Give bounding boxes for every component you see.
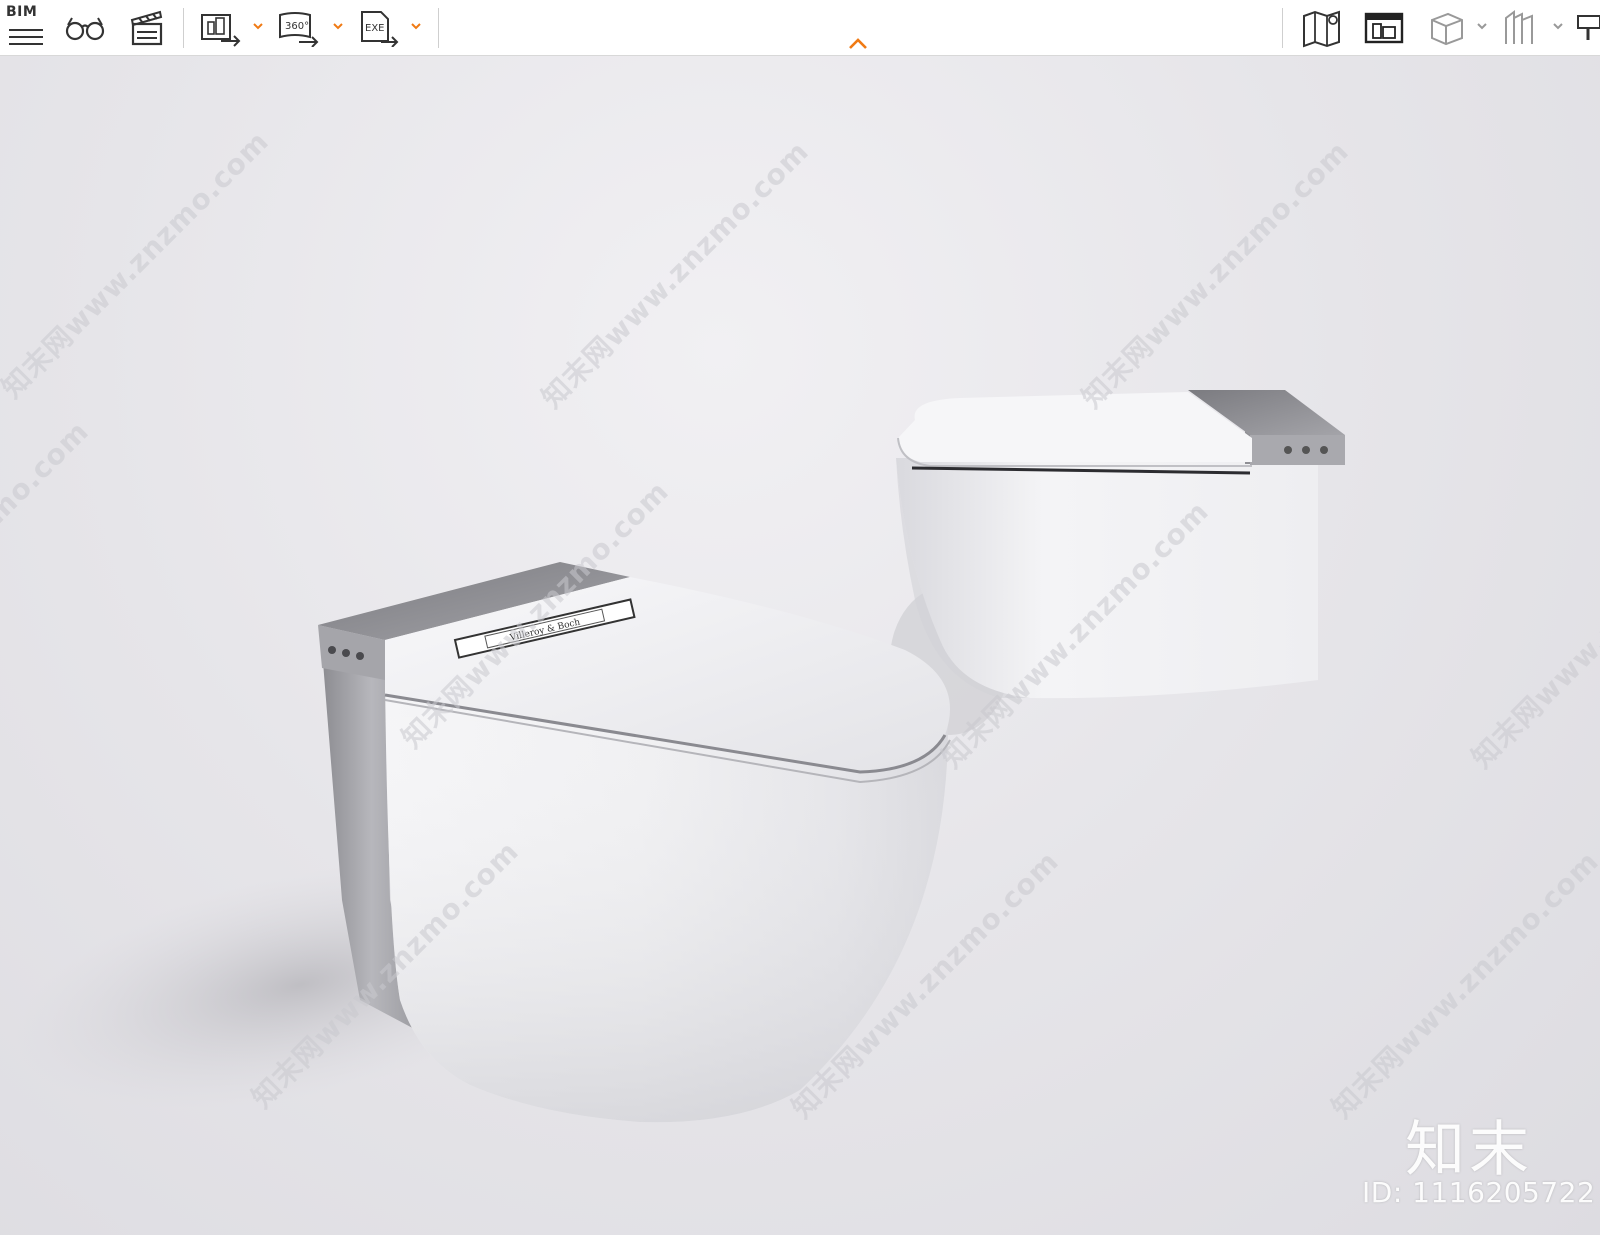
export-exe-icon: EXE xyxy=(361,11,399,47)
export-building-icon xyxy=(201,14,241,47)
product-render: Villeroy & Boch xyxy=(15,390,1345,1123)
paint-roller-icon xyxy=(1577,15,1600,40)
chevron-down-icon[interactable] xyxy=(408,18,424,34)
building-outline-icon xyxy=(1505,10,1533,44)
chevron-down-icon[interactable] xyxy=(1550,18,1566,34)
export-360-icon: 360° xyxy=(279,12,319,47)
model-id: ID: 1116205722 xyxy=(1362,1176,1596,1209)
toolbar-separator xyxy=(438,8,439,48)
top-toolbar: BIM 360° EXE xyxy=(0,0,1600,56)
building-view-button[interactable] xyxy=(1498,6,1542,50)
animation-button[interactable] xyxy=(126,6,168,50)
bim-menu-button[interactable]: BIM xyxy=(4,4,46,50)
toolbar-separator xyxy=(183,8,184,48)
bim-label: BIM xyxy=(6,4,38,20)
chevron-up-icon[interactable] xyxy=(846,34,870,52)
clapperboard-icon xyxy=(130,10,163,46)
export-360-label: 360° xyxy=(285,21,309,32)
toolbar-separator xyxy=(1282,8,1283,48)
chevron-down-icon[interactable] xyxy=(250,18,266,34)
map-button[interactable] xyxy=(1300,6,1344,50)
map-pin-icon xyxy=(1303,10,1340,48)
export-360-button[interactable]: 360° xyxy=(276,6,322,50)
view-cube-button[interactable] xyxy=(1424,6,1468,50)
export-image-button[interactable] xyxy=(198,6,244,50)
vr-glasses-button[interactable] xyxy=(62,6,108,50)
brand-watermark: 知末 xyxy=(1405,1115,1533,1185)
glasses-icon xyxy=(65,17,105,41)
paint-button[interactable] xyxy=(1574,6,1600,50)
chevron-down-icon[interactable] xyxy=(1474,18,1490,34)
building-panel-icon xyxy=(1364,12,1404,44)
cube-icon xyxy=(1431,12,1463,46)
building-panel-button[interactable] xyxy=(1362,6,1406,50)
export-exe-button[interactable]: EXE xyxy=(356,6,402,50)
export-exe-label: EXE xyxy=(365,23,385,34)
3d-viewport[interactable]: Villeroy & Boch 知末网www.znzmo.com 知末网www.… xyxy=(0,56,1600,1235)
chevron-down-icon[interactable] xyxy=(330,18,346,34)
